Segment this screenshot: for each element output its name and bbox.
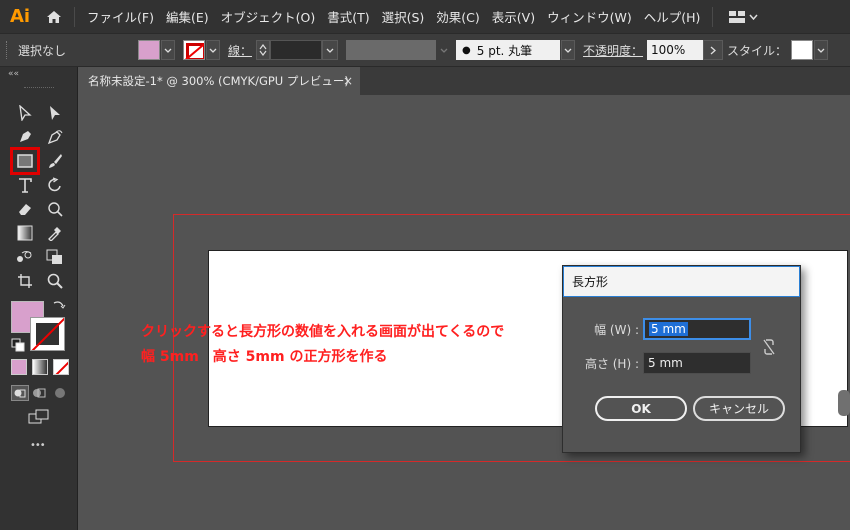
rectangle-tool-highlight[interactable] — [10, 147, 40, 175]
menu-separator — [74, 6, 75, 27]
gradient-tool-icon[interactable] — [12, 222, 38, 244]
eyedropper-tool-icon[interactable] — [42, 222, 68, 244]
rectangle-dialog: 長方形 幅 (W) : 5 mm 高さ (H) : 5 mm OK キャンセル — [562, 265, 801, 453]
chevron-down-icon — [749, 14, 758, 20]
draw-normal-icon[interactable] — [11, 385, 29, 401]
live-paint-tool-icon[interactable] — [42, 246, 68, 268]
brush-dropdown[interactable] — [561, 40, 576, 60]
none-mode-button[interactable] — [53, 359, 69, 375]
gradient-mode-button[interactable] — [32, 359, 48, 375]
constrain-proportions-icon[interactable] — [762, 338, 776, 360]
screen-mode-icon[interactable] — [28, 409, 50, 429]
stroke-swatch[interactable] — [183, 40, 205, 60]
fill-swatch[interactable] — [138, 40, 160, 60]
stroke-color-box[interactable] — [30, 317, 65, 351]
menu-edit[interactable]: 編集(E) — [160, 7, 215, 26]
menu-effect[interactable]: 効果(C) — [430, 7, 485, 26]
stepper-arrows-icon — [259, 44, 267, 56]
width-input[interactable]: 5 mm — [643, 318, 751, 340]
dialog-title: 長方形 — [572, 275, 609, 289]
menu-separator — [712, 6, 714, 27]
workspace-grid-icon — [729, 10, 746, 23]
paintbrush-tool-icon[interactable] — [42, 150, 68, 172]
style-dropdown[interactable] — [814, 40, 829, 60]
chevron-down-icon — [326, 48, 334, 53]
chevron-right-icon — [710, 46, 717, 54]
blend-tool-icon[interactable] — [12, 246, 38, 268]
style-label: スタイル： — [727, 43, 788, 58]
annotation-line-1: クリックすると長方形の数値を入れる画面が出てくるので — [141, 324, 505, 340]
eraser-tool-icon[interactable] — [12, 198, 38, 220]
selection-tool-icon[interactable] — [12, 102, 38, 124]
stroke-weight-input[interactable] — [270, 40, 323, 60]
pen-tool-icon[interactable] — [12, 126, 38, 148]
direct-selection-tool-icon[interactable] — [42, 102, 68, 124]
brush-definition[interactable]: ● 5 pt. 丸筆 — [456, 40, 561, 60]
artboard-tool-icon[interactable] — [12, 270, 38, 292]
swap-fill-stroke-icon[interactable] — [52, 298, 66, 317]
selection-status: 選択なし — [18, 43, 67, 58]
close-tab-icon[interactable]: × — [343, 74, 353, 88]
type-tool-icon[interactable] — [12, 174, 38, 196]
stroke-weight-dropdown[interactable] — [322, 40, 339, 60]
document-tab-title: 名称未設定-1* @ 300% (CMYK/GPU プレビュー) — [88, 74, 349, 88]
menu-type[interactable]: 書式(T) — [321, 7, 375, 26]
tools-panel: «« ••• — [0, 67, 78, 530]
width-value: 5 mm — [649, 322, 688, 336]
style-swatch[interactable] — [791, 40, 814, 60]
rectangle-tool-icon — [17, 154, 33, 168]
menu-view[interactable]: 表示(V) — [486, 7, 541, 26]
height-label: 高さ (H) : — [584, 356, 639, 371]
cancel-button[interactable]: キャンセル — [693, 396, 785, 421]
variable-width-profile[interactable] — [346, 40, 437, 60]
menu-file[interactable]: ファイル(F) — [81, 7, 160, 26]
toolbar-collapse[interactable]: «« — [0, 67, 77, 81]
width-label: 幅 (W) : — [594, 322, 639, 337]
height-input[interactable]: 5 mm — [643, 352, 751, 374]
document-tab-bar: 名称未設定-1* @ 300% (CMYK/GPU プレビュー) × — [78, 67, 850, 95]
document-tab[interactable]: 名称未設定-1* @ 300% (CMYK/GPU プレビュー) — [78, 67, 360, 95]
chevron-down-icon — [164, 48, 172, 53]
stroke-dropdown[interactable] — [206, 40, 220, 60]
home-icon[interactable] — [40, 0, 68, 33]
control-bar-grip[interactable] — [6, 41, 10, 59]
default-colors-icon[interactable] — [11, 337, 25, 356]
height-row: 高さ (H) : 5 mm — [579, 352, 751, 374]
instruction-annotation: クリックすると長方形の数値を入れる画面が出てくるので 幅 5mm 高さ 5mm … — [141, 320, 504, 370]
chevron-down-icon — [209, 48, 217, 53]
opacity-label[interactable]: 不透明度： — [583, 42, 643, 59]
menu-bar: Ai ファイル(F) 編集(E) オブジェクト(O) 書式(T) 選択(S) 効… — [0, 0, 850, 33]
menu-object[interactable]: オブジェクト(O) — [215, 7, 322, 26]
opacity-input[interactable]: 100% — [647, 40, 704, 60]
zoom-tool-icon[interactable] — [42, 270, 68, 292]
menu-help[interactable]: ヘルプ(H) — [638, 7, 707, 26]
vertical-scrollbar-thumb[interactable] — [838, 390, 850, 416]
brush-dot-icon: ● — [462, 44, 471, 56]
puppet-warp-tool-icon[interactable] — [42, 198, 68, 220]
color-mode-button[interactable] — [11, 359, 27, 375]
chevron-down-icon — [440, 48, 448, 53]
app-logo: Ai — [9, 6, 31, 27]
ok-button[interactable]: OK — [595, 396, 687, 421]
draw-inside-icon[interactable] — [53, 385, 67, 404]
rotate-tool-icon[interactable] — [42, 174, 68, 196]
stroke-label[interactable]: 線： — [228, 42, 252, 59]
draw-behind-icon[interactable] — [32, 385, 46, 404]
brush-label: 5 pt. 丸筆 — [476, 43, 533, 58]
curvature-tool-icon[interactable] — [42, 126, 68, 148]
annotation-line-2: 幅 5mm 高さ 5mm の正方形を作る — [141, 349, 388, 365]
menu-window[interactable]: ウィンドウ(W) — [541, 7, 638, 26]
more-tools-icon[interactable]: ••• — [30, 440, 46, 451]
workspace-switcher[interactable] — [729, 10, 758, 23]
control-bar: 選択なし 線： ● 5 pt. 丸筆 不透明度： 100% スタイル： — [0, 33, 850, 67]
width-row: 幅 (W) : 5 mm — [585, 318, 751, 340]
menu-select[interactable]: 選択(S) — [376, 7, 431, 26]
opacity-slider-button[interactable] — [703, 40, 724, 60]
stroke-stepper[interactable] — [256, 40, 271, 60]
dialog-title-bar[interactable]: 長方形 — [563, 266, 800, 297]
chevron-down-icon — [817, 48, 825, 53]
chevron-down-icon — [564, 48, 572, 53]
toolbar-grip[interactable] — [23, 87, 54, 95]
fill-dropdown[interactable] — [161, 40, 175, 60]
